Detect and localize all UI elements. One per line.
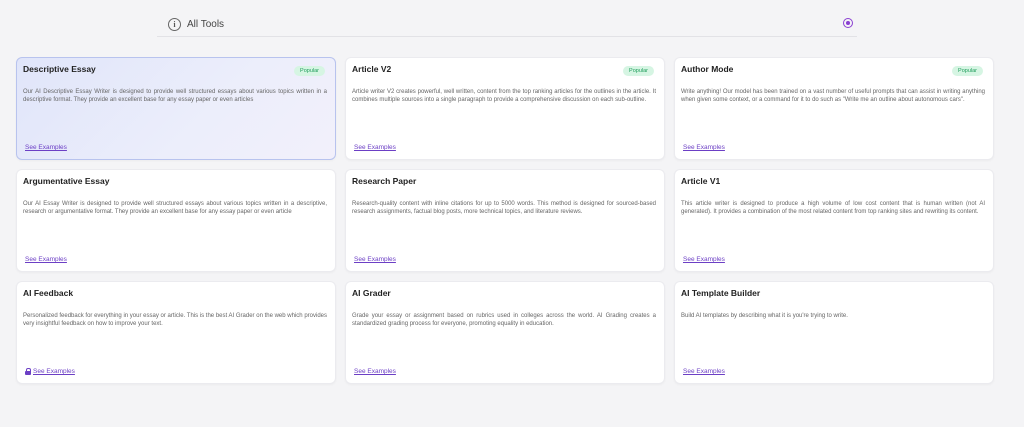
tool-description: Personalized feedback for everything in … [23,313,327,327]
tool-title: Article V2 [352,64,392,74]
tool-grid: Descriptive Essay Popular Our AI Descrip… [16,57,994,384]
close-circle-icon[interactable] [843,18,853,28]
tool-description: Write anything! Our model has been train… [681,89,985,103]
tool-description: Our AI Essay Writer is designed to provi… [23,201,327,215]
popular-badge: Popular [623,66,654,76]
tool-card-author-mode[interactable]: Author Mode Popular Write anything! Our … [674,57,994,160]
tool-title: Argumentative Essay [23,176,110,186]
see-examples-link[interactable]: See Examples [25,256,67,263]
lock-icon [25,368,31,375]
see-examples-link[interactable]: See Examples [354,144,396,151]
tool-card-argumentative-essay[interactable]: Argumentative Essay Our AI Essay Writer … [16,169,336,272]
popular-badge: Popular [294,66,325,76]
tool-card-article-v2[interactable]: Article V2 Popular Article writer V2 cre… [345,57,665,160]
tool-description: Our AI Descriptive Essay Writer is desig… [23,89,327,103]
tool-title: Research Paper [352,176,417,186]
tool-description: Build AI templates by describing what it… [681,313,848,319]
see-examples-link[interactable]: See Examples [683,368,725,375]
tool-title: AI Template Builder [681,288,761,298]
tool-card-ai-feedback[interactable]: AI Feedback Personalized feedback for ev… [16,281,336,384]
see-examples-link[interactable]: See Examples [354,368,396,375]
tool-title: AI Grader [352,288,391,298]
tool-card-article-v1[interactable]: Article V1 This article writer is design… [674,169,994,272]
tool-card-ai-template-builder[interactable]: AI Template Builder Build AI templates b… [674,281,994,384]
see-examples-link[interactable]: See Examples [33,368,75,375]
tool-card-ai-grader[interactable]: AI Grader Grade your essay or assignment… [345,281,665,384]
see-examples-link[interactable]: See Examples [683,144,725,151]
tool-card-descriptive-essay[interactable]: Descriptive Essay Popular Our AI Descrip… [16,57,336,160]
tool-description: Grade your essay or assignment based on … [352,313,656,327]
info-icon: i [168,17,181,31]
tool-card-research-paper[interactable]: Research Paper Research-quality content … [345,169,665,272]
see-examples-link[interactable]: See Examples [354,256,396,263]
page-title: All Tools [187,18,225,30]
tool-title: Article V1 [681,176,721,186]
tool-title: AI Feedback [23,288,74,298]
tool-description: Article writer V2 creates powerful, well… [352,89,656,103]
tools-header: i All Tools [157,12,857,37]
tool-title: Author Mode [681,64,734,74]
tool-title: Descriptive Essay [23,64,96,74]
see-examples-link[interactable]: See Examples [25,144,67,151]
tool-description: This article writer is designed to produ… [681,201,985,215]
see-examples-link[interactable]: See Examples [683,256,725,263]
popular-badge: Popular [952,66,983,76]
tool-description: Research-quality content with inline cit… [352,201,656,215]
